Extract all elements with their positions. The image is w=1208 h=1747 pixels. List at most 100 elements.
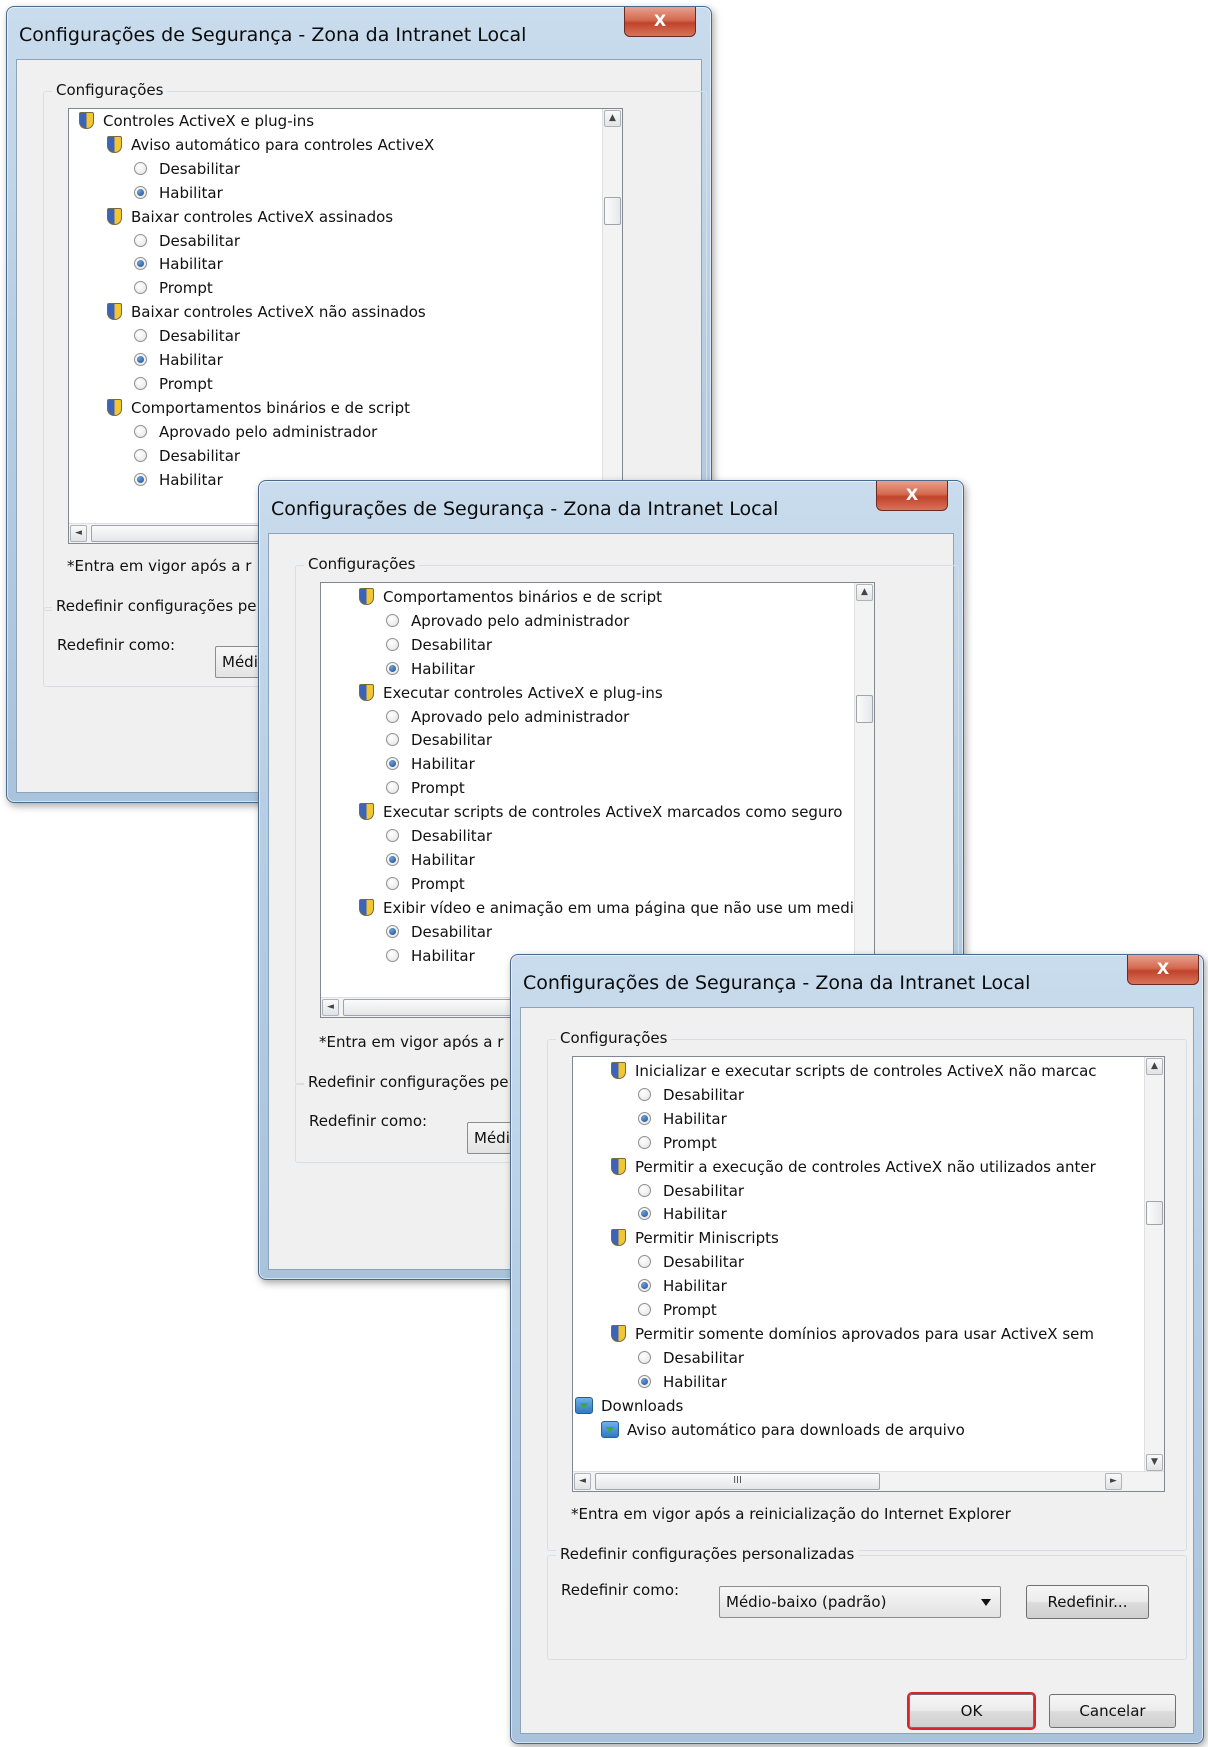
vertical-scrollbar[interactable]: ▲ ▼ [1144, 1057, 1164, 1491]
item-label: Habilitar [663, 1109, 727, 1128]
radio-icon[interactable] [386, 829, 399, 842]
radio-selected-icon[interactable] [386, 757, 399, 771]
dialog-title: Configurações de Segurança - Zona da Int… [271, 498, 779, 520]
item-label: Desabilitar [159, 231, 241, 250]
reset-group-label: Redefinir configurações personalizadas [556, 1545, 859, 1563]
radio-icon[interactable] [386, 781, 399, 795]
radio-icon[interactable] [134, 233, 147, 247]
item-label: Desabilitar [663, 1253, 745, 1272]
shield-icon [611, 1324, 626, 1342]
radio-selected-icon[interactable] [134, 257, 147, 271]
scroll-right-button[interactable]: ► [1105, 1473, 1122, 1490]
radio-icon[interactable] [386, 637, 399, 651]
item-label: Desabilitar [663, 1181, 745, 1200]
radio-icon[interactable] [134, 448, 147, 462]
reset-level-value: Médio-baixo (padrão) [726, 1593, 887, 1611]
radio-selected-icon[interactable] [134, 353, 147, 366]
radio-icon[interactable] [134, 424, 147, 438]
chevron-down-icon [981, 1599, 991, 1606]
scroll-down-button[interactable]: ▼ [1146, 1454, 1163, 1471]
radio-icon[interactable] [134, 281, 147, 295]
title-bar[interactable]: Configurações de Segurança - Zona da Int… [259, 481, 963, 533]
item-label: Aprovado pelo administrador [411, 611, 630, 630]
item-label: Baixar controles ActiveX assinados [131, 207, 394, 226]
radio-selected-icon[interactable] [386, 924, 399, 938]
item-label: Prompt [411, 874, 465, 893]
horizontal-scroll-thumb[interactable]: III [595, 1473, 880, 1490]
item-label: Controles ActiveX e plug-ins [103, 112, 315, 130]
radio-icon[interactable] [386, 613, 399, 627]
item-label: Desabilitar [411, 827, 493, 845]
item-label: Habilitar [411, 850, 475, 869]
scroll-thumb[interactable] [1146, 1201, 1163, 1225]
radio-selected-icon[interactable] [134, 185, 147, 199]
close-button[interactable]: X [1127, 955, 1199, 985]
reset-level-value: Médi [474, 1129, 510, 1147]
radio-icon[interactable] [386, 876, 399, 890]
item-label: Aviso automático para downloads de arqui… [627, 1420, 965, 1439]
item-label: Desabilitar [411, 922, 493, 941]
security-dialog-3: Configurações de Segurança - Zona da Int… [510, 954, 1204, 1744]
scroll-up-button[interactable]: ▲ [604, 110, 621, 127]
close-button[interactable]: X [624, 7, 696, 37]
item-label: Desabilitar [159, 159, 241, 178]
item-label: Comportamentos binários e de script [383, 588, 662, 606]
radio-icon[interactable] [638, 1183, 651, 1197]
radio-icon[interactable] [134, 161, 147, 175]
radio-selected-icon[interactable] [386, 661, 399, 675]
settings-tree[interactable]: Aviso automático para downloads de arqui… [572, 1056, 1165, 1492]
download-icon [601, 1420, 619, 1438]
radio-selected-icon[interactable] [638, 1207, 651, 1221]
scroll-thumb[interactable] [604, 197, 621, 225]
radio-icon[interactable] [386, 733, 399, 747]
title-bar[interactable]: Configurações de Segurança - Zona da Int… [511, 955, 1203, 1007]
item-label: Executar controles ActiveX e plug-ins [383, 683, 663, 702]
radio-icon[interactable] [638, 1255, 651, 1269]
dialog-title: Configurações de Segurança - Zona da Int… [19, 24, 527, 46]
settings-tree[interactable]: Habilitar Desabilitar Exibir vídeo e anima… [320, 582, 875, 1018]
radio-icon[interactable] [134, 376, 147, 390]
radio-icon[interactable] [638, 1135, 651, 1149]
radio-icon[interactable] [386, 709, 399, 723]
shield-icon [611, 1157, 626, 1175]
close-button[interactable]: X [876, 481, 948, 511]
radio-selected-icon[interactable] [386, 852, 399, 866]
item-label: Aprovado pelo administrador [411, 707, 630, 726]
item-label: Permitir somente domínios aprovados para… [635, 1324, 1095, 1343]
shield-icon [79, 112, 94, 129]
vertical-scrollbar[interactable]: ▲ [602, 109, 622, 543]
scroll-left-button[interactable]: ◄ [70, 525, 87, 542]
item-label: Habilitar [411, 946, 475, 965]
ok-button[interactable]: OK [909, 1694, 1034, 1728]
radio-icon[interactable] [638, 1087, 651, 1101]
radio-icon[interactable] [638, 1303, 651, 1316]
horizontal-scrollbar[interactable]: ◄ III ► [573, 1471, 1164, 1491]
radio-selected-icon[interactable] [638, 1374, 651, 1388]
item-label: Habilitar [663, 1205, 727, 1224]
settings-tree[interactable]: Habilitar Desabilitar Aprovado pelo admini… [68, 108, 623, 544]
radio-icon[interactable] [134, 329, 147, 343]
title-bar[interactable]: Configurações de Segurança - Zona da Int… [7, 7, 711, 59]
item-label: Prompt [663, 1301, 717, 1319]
radio-selected-icon[interactable] [638, 1279, 651, 1293]
shield-icon [611, 1062, 626, 1079]
vertical-scrollbar[interactable]: ▲ [854, 583, 874, 1017]
reset-button[interactable]: Redefinir... [1026, 1585, 1149, 1619]
scroll-up-button[interactable]: ▲ [1146, 1058, 1163, 1075]
shield-icon [107, 135, 122, 153]
scroll-thumb[interactable] [856, 695, 873, 723]
radio-icon[interactable] [638, 1350, 651, 1364]
item-label: Habilitar [411, 755, 475, 774]
radio-selected-icon[interactable] [134, 472, 147, 486]
scroll-left-button[interactable]: ◄ [322, 999, 339, 1016]
item-label: Desabilitar [411, 635, 493, 654]
cancel-button[interactable]: Cancelar [1049, 1694, 1176, 1728]
radio-icon[interactable] [386, 948, 399, 962]
item-label: Desabilitar [159, 327, 241, 346]
reset-level-dropdown[interactable]: Médio-baixo (padrão) [719, 1586, 1001, 1618]
item-label: Habilitar [663, 1372, 727, 1391]
scroll-up-button[interactable]: ▲ [856, 584, 873, 601]
scroll-left-button[interactable]: ◄ [574, 1473, 591, 1490]
radio-selected-icon[interactable] [638, 1111, 651, 1125]
item-label: Desabilitar [411, 731, 493, 750]
